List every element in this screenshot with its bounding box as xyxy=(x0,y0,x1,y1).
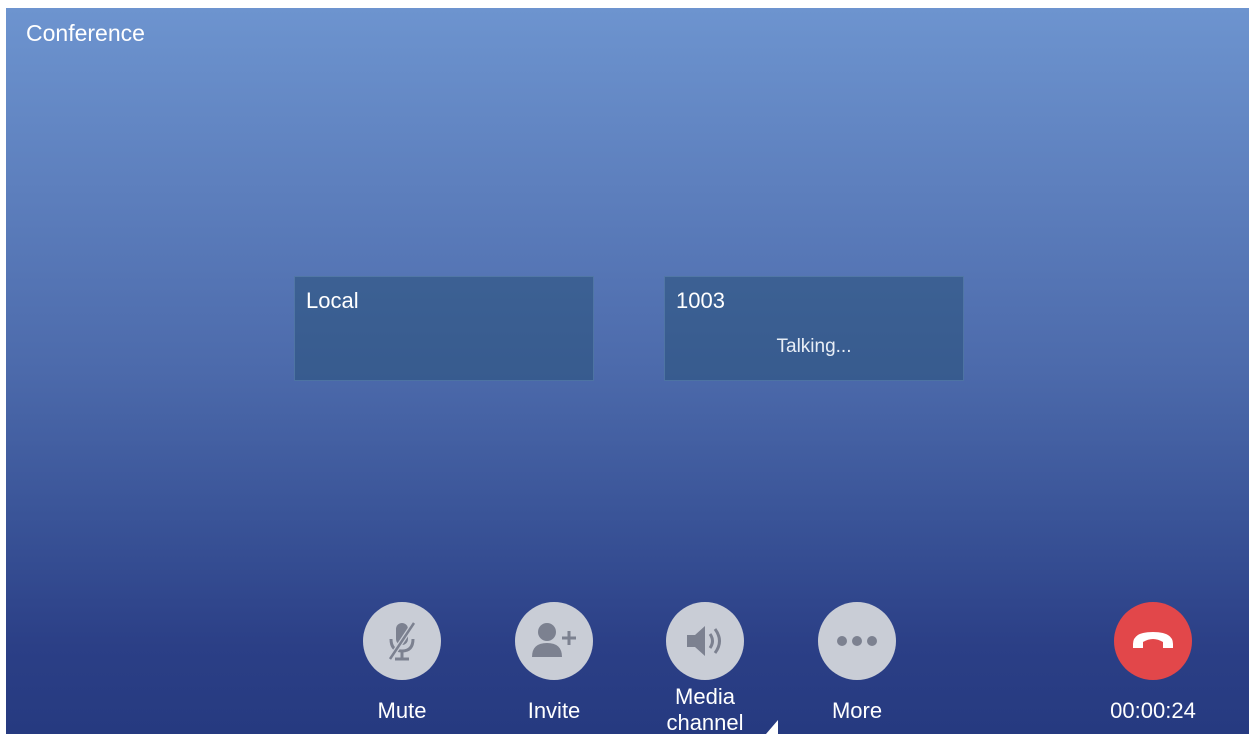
add-person-icon xyxy=(532,623,576,657)
media-channel-button[interactable] xyxy=(666,602,744,680)
participant-status: Talking... xyxy=(776,336,852,357)
mic-muted-icon xyxy=(387,621,417,661)
more-button[interactable] xyxy=(818,602,896,680)
media-channel-label-line2: channel xyxy=(666,710,744,734)
more-label: More xyxy=(831,698,883,723)
participant-name: 1003 xyxy=(676,288,725,313)
call-timer: 00:00:24 xyxy=(1110,698,1196,723)
participant-card-local[interactable]: Local xyxy=(294,276,594,381)
hangup-phone-icon xyxy=(1133,632,1173,648)
speaker-icon xyxy=(687,626,721,656)
hangup-button[interactable] xyxy=(1114,602,1192,680)
invite-button[interactable] xyxy=(515,602,593,680)
more-dots-icon xyxy=(837,636,877,646)
page-title: Conference xyxy=(26,20,145,46)
conference-screen: Conference Local 1003 Talking... Mute In… xyxy=(6,8,1249,734)
mute-button[interactable] xyxy=(363,602,441,680)
mute-label: Mute xyxy=(377,698,427,723)
participant-card-1003[interactable]: 1003 Talking... xyxy=(664,276,964,381)
media-channel-label: Media channel xyxy=(645,684,765,734)
invite-label: Invite xyxy=(527,698,581,723)
media-channel-label-line1: Media xyxy=(675,684,735,709)
participant-name: Local xyxy=(306,288,359,313)
corner-caret-icon xyxy=(766,720,778,734)
